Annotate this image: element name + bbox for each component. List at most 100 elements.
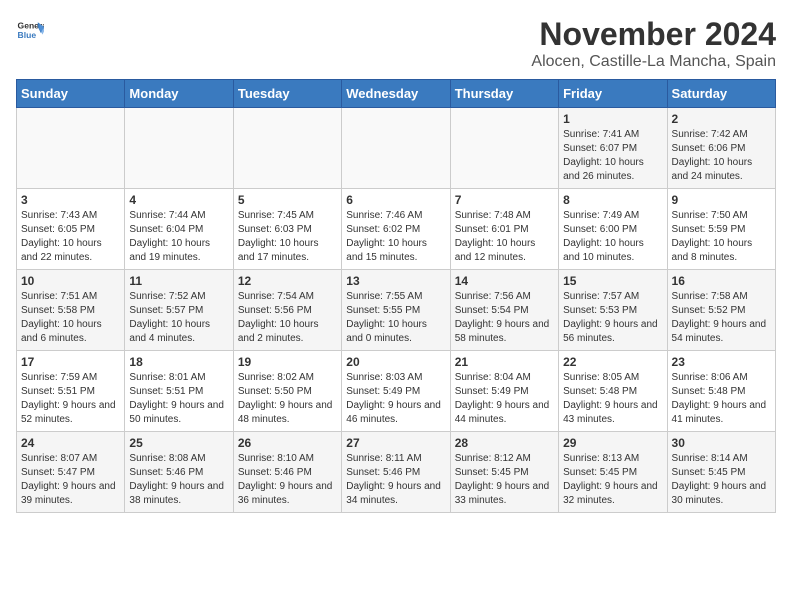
day-info: Sunrise: 8:04 AM Sunset: 5:49 PM Dayligh…: [455, 371, 554, 427]
day-info: Sunrise: 7:43 AM Sunset: 6:05 PM Dayligh…: [21, 209, 120, 265]
day-number: 24: [21, 436, 120, 450]
day-info: Sunrise: 8:02 AM Sunset: 5:50 PM Dayligh…: [238, 371, 337, 427]
calendar-day-cell: 13Sunrise: 7:55 AM Sunset: 5:55 PM Dayli…: [342, 270, 450, 351]
day-info: Sunrise: 7:48 AM Sunset: 6:01 PM Dayligh…: [455, 209, 554, 265]
calendar-week-row: 24 Sunrise: 8:07 AM Sunset: 5:47 PM Dayli…: [17, 432, 776, 513]
day-number: 6: [346, 193, 445, 207]
calendar-day-cell: 30 Sunrise: 8:14 AM Sunset: 5:45 PM Dayli…: [667, 432, 775, 513]
day-number: 8: [563, 193, 662, 207]
calendar-week-row: 17 Sunrise: 7:59 AM Sunset: 5:51 PM Dayli…: [17, 351, 776, 432]
day-info: Sunrise: 7:52 AM Sunset: 5:57 PM Dayligh…: [129, 290, 228, 346]
day-info: Sunrise: 8:03 AM Sunset: 5:49 PM Dayligh…: [346, 371, 445, 427]
day-number: 28: [455, 436, 554, 450]
weekday-header-cell: Thursday: [450, 80, 558, 108]
calendar-day-cell: 19 Sunrise: 8:02 AM Sunset: 5:50 PM Dayli…: [233, 351, 341, 432]
calendar-day-cell: 15 Sunrise: 7:57 AM Sunset: 5:53 PM Dayli…: [559, 270, 667, 351]
calendar-week-row: 10 Sunrise: 7:51 AM Sunset: 5:58 PM Dayli…: [17, 270, 776, 351]
calendar-day-cell: 22Sunrise: 8:05 AM Sunset: 5:48 PM Dayli…: [559, 351, 667, 432]
day-number: 7: [455, 193, 554, 207]
calendar-day-cell: [17, 108, 125, 189]
logo-icon: General Blue: [16, 16, 44, 44]
day-number: 4: [129, 193, 228, 207]
calendar-day-cell: [342, 108, 450, 189]
calendar-week-row: 1 Sunrise: 7:41 AM Sunset: 6:07 PM Daylig…: [17, 108, 776, 189]
day-info: Sunrise: 8:13 AM Sunset: 5:45 PM Dayligh…: [563, 452, 662, 508]
day-number: 11: [129, 274, 228, 288]
calendar-day-cell: 16Sunrise: 7:58 AM Sunset: 5:52 PM Dayli…: [667, 270, 775, 351]
day-info: Sunrise: 7:41 AM Sunset: 6:07 PM Dayligh…: [563, 128, 662, 184]
calendar-day-cell: 12Sunrise: 7:54 AM Sunset: 5:56 PM Dayli…: [233, 270, 341, 351]
day-number: 1: [563, 112, 662, 126]
calendar-body: 1 Sunrise: 7:41 AM Sunset: 6:07 PM Daylig…: [17, 108, 776, 513]
day-number: 13: [346, 274, 445, 288]
day-number: 27: [346, 436, 445, 450]
calendar-day-cell: 6 Sunrise: 7:46 AM Sunset: 6:02 PM Daylig…: [342, 189, 450, 270]
calendar-day-cell: 1 Sunrise: 7:41 AM Sunset: 6:07 PM Daylig…: [559, 108, 667, 189]
title-area: November 2024 Alocen, Castille-La Mancha…: [531, 16, 776, 71]
day-info: Sunrise: 8:07 AM Sunset: 5:47 PM Dayligh…: [21, 452, 120, 508]
calendar-day-cell: 11 Sunrise: 7:52 AM Sunset: 5:57 PM Dayli…: [125, 270, 233, 351]
calendar-day-cell: 3 Sunrise: 7:43 AM Sunset: 6:05 PM Daylig…: [17, 189, 125, 270]
calendar-day-cell: 29 Sunrise: 8:13 AM Sunset: 5:45 PM Dayli…: [559, 432, 667, 513]
calendar-day-cell: 4 Sunrise: 7:44 AM Sunset: 6:04 PM Daylig…: [125, 189, 233, 270]
calendar-day-cell: 24 Sunrise: 8:07 AM Sunset: 5:47 PM Dayli…: [17, 432, 125, 513]
day-info: Sunrise: 7:57 AM Sunset: 5:53 PM Dayligh…: [563, 290, 662, 346]
day-number: 10: [21, 274, 120, 288]
day-number: 21: [455, 355, 554, 369]
day-number: 29: [563, 436, 662, 450]
day-info: Sunrise: 7:46 AM Sunset: 6:02 PM Dayligh…: [346, 209, 445, 265]
day-info: Sunrise: 7:50 AM Sunset: 5:59 PM Dayligh…: [672, 209, 771, 265]
calendar-day-cell: 8 Sunrise: 7:49 AM Sunset: 6:00 PM Daylig…: [559, 189, 667, 270]
weekday-header-cell: Sunday: [17, 80, 125, 108]
day-info: Sunrise: 8:01 AM Sunset: 5:51 PM Dayligh…: [129, 371, 228, 427]
weekday-header-cell: Tuesday: [233, 80, 341, 108]
calendar-day-cell: 10 Sunrise: 7:51 AM Sunset: 5:58 PM Dayli…: [17, 270, 125, 351]
day-number: 26: [238, 436, 337, 450]
month-title: November 2024: [531, 16, 776, 53]
day-info: Sunrise: 8:08 AM Sunset: 5:46 PM Dayligh…: [129, 452, 228, 508]
calendar-day-cell: [125, 108, 233, 189]
day-info: Sunrise: 7:51 AM Sunset: 5:58 PM Dayligh…: [21, 290, 120, 346]
calendar-day-cell: 27 Sunrise: 8:11 AM Sunset: 5:46 PM Dayli…: [342, 432, 450, 513]
day-info: Sunrise: 7:54 AM Sunset: 5:56 PM Dayligh…: [238, 290, 337, 346]
day-info: Sunrise: 8:06 AM Sunset: 5:48 PM Dayligh…: [672, 371, 771, 427]
day-number: 20: [346, 355, 445, 369]
day-number: 19: [238, 355, 337, 369]
calendar-day-cell: 9Sunrise: 7:50 AM Sunset: 5:59 PM Daylig…: [667, 189, 775, 270]
day-number: 18: [129, 355, 228, 369]
calendar-day-cell: 5Sunrise: 7:45 AM Sunset: 6:03 PM Daylig…: [233, 189, 341, 270]
day-info: Sunrise: 7:59 AM Sunset: 5:51 PM Dayligh…: [21, 371, 120, 427]
calendar-day-cell: 18 Sunrise: 8:01 AM Sunset: 5:51 PM Dayli…: [125, 351, 233, 432]
calendar-day-cell: 2 Sunrise: 7:42 AM Sunset: 6:06 PM Daylig…: [667, 108, 775, 189]
logo: General Blue: [16, 16, 44, 44]
day-info: Sunrise: 7:49 AM Sunset: 6:00 PM Dayligh…: [563, 209, 662, 265]
day-number: 5: [238, 193, 337, 207]
day-number: 23: [672, 355, 771, 369]
day-number: 17: [21, 355, 120, 369]
day-info: Sunrise: 8:11 AM Sunset: 5:46 PM Dayligh…: [346, 452, 445, 508]
calendar-day-cell: 25 Sunrise: 8:08 AM Sunset: 5:46 PM Dayli…: [125, 432, 233, 513]
day-number: 2: [672, 112, 771, 126]
day-info: Sunrise: 7:44 AM Sunset: 6:04 PM Dayligh…: [129, 209, 228, 265]
day-number: 30: [672, 436, 771, 450]
day-number: 14: [455, 274, 554, 288]
svg-text:Blue: Blue: [18, 30, 37, 40]
day-number: 25: [129, 436, 228, 450]
day-number: 3: [21, 193, 120, 207]
day-info: Sunrise: 7:58 AM Sunset: 5:52 PM Dayligh…: [672, 290, 771, 346]
calendar-day-cell: 20 Sunrise: 8:03 AM Sunset: 5:49 PM Dayli…: [342, 351, 450, 432]
calendar-day-cell: 26Sunrise: 8:10 AM Sunset: 5:46 PM Dayli…: [233, 432, 341, 513]
weekday-header-cell: Saturday: [667, 80, 775, 108]
weekday-header-row: SundayMondayTuesdayWednesdayThursdayFrid…: [17, 80, 776, 108]
weekday-header-cell: Monday: [125, 80, 233, 108]
day-number: 22: [563, 355, 662, 369]
header: General Blue November 2024 Alocen, Casti…: [16, 16, 776, 71]
day-number: 15: [563, 274, 662, 288]
calendar-day-cell: [233, 108, 341, 189]
day-info: Sunrise: 8:14 AM Sunset: 5:45 PM Dayligh…: [672, 452, 771, 508]
weekday-header-cell: Wednesday: [342, 80, 450, 108]
calendar-day-cell: 28Sunrise: 8:12 AM Sunset: 5:45 PM Dayli…: [450, 432, 558, 513]
day-info: Sunrise: 7:42 AM Sunset: 6:06 PM Dayligh…: [672, 128, 771, 184]
calendar-day-cell: 23 Sunrise: 8:06 AM Sunset: 5:48 PM Dayli…: [667, 351, 775, 432]
calendar-table: SundayMondayTuesdayWednesdayThursdayFrid…: [16, 79, 776, 513]
